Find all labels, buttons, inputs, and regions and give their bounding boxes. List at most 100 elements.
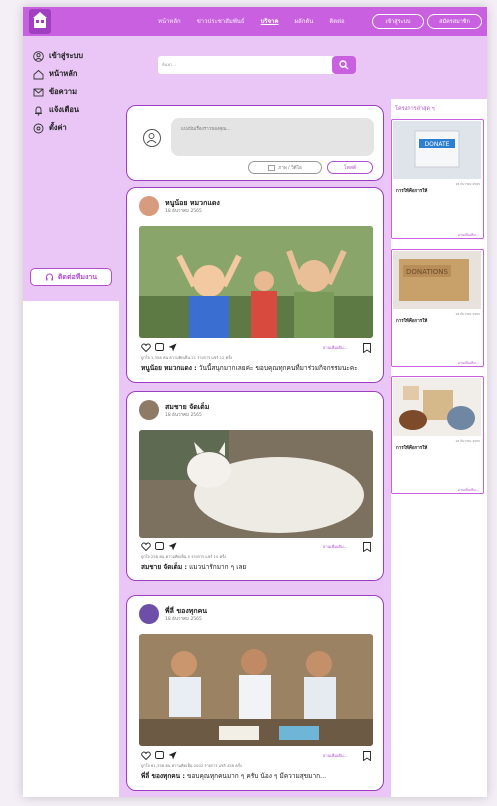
sidebar-item-messages[interactable]: ข้อความ xyxy=(33,86,77,98)
sidebar-item-label: แจ้งเตือน xyxy=(49,105,79,114)
headset-icon xyxy=(45,272,53,280)
user-circle-icon xyxy=(33,50,44,62)
search-icon xyxy=(339,60,349,70)
caption-author: พี่ลี่ ของทุกคน : xyxy=(141,772,185,780)
avatar[interactable] xyxy=(139,604,159,624)
comment-icon[interactable] xyxy=(155,343,164,352)
donation-title[interactable]: การให้คือการให้ xyxy=(396,444,427,451)
search-input[interactable]: ค้นหา... xyxy=(158,56,354,74)
donation-image xyxy=(393,378,481,436)
sidebar-item-label: ตั้งค่า xyxy=(49,123,67,132)
read-more-link[interactable]: อ่านเพิ่มเติม... xyxy=(323,752,347,759)
nav-link-home[interactable]: หน้าหลัก xyxy=(158,16,181,26)
image-icon xyxy=(268,164,276,171)
read-more-link[interactable]: อ่านเพิ่มเติม... xyxy=(458,232,479,238)
register-button[interactable]: สมัครสมาชิก xyxy=(427,14,482,29)
feed-column: แบ่งปันเรื่องราวของคุณ... ภาพ / วิดีโอ โ… xyxy=(119,99,391,797)
caption-text: ขอบคุณทุกคนมาก ๆ ครับ น้อง ๆ มีความสุขมา… xyxy=(184,772,327,780)
bookmark-icon[interactable] xyxy=(363,751,371,761)
heart-icon[interactable] xyxy=(141,542,151,551)
donation-card[interactable]: DONATE 18 ธันวาคม 2565 การให้คือการให้ อ… xyxy=(391,119,484,239)
nav-link-donate[interactable]: บริจาค xyxy=(261,16,279,26)
post-caption: สมชาย จัดเต็ม : แมวน่ารักมาก ๆ เลย xyxy=(141,562,246,572)
comment-icon[interactable] xyxy=(155,751,164,760)
donation-card[interactable]: DONATIONS 18 ธันวาคม 2565 การให้คือการให… xyxy=(391,249,484,367)
post-button[interactable]: โพสต์ xyxy=(327,161,373,174)
post-date: 18 ธันวาคม 2565 xyxy=(165,413,202,418)
logo[interactable] xyxy=(29,9,51,34)
post-stats: ถูกใจ 258 คน ความคิดเห็น 5 รายการ แชร์ 1… xyxy=(141,554,227,559)
search-placeholder: ค้นหา... xyxy=(162,62,177,67)
nav-link-push[interactable]: ผลักดัน xyxy=(295,16,314,26)
donation-image: DONATE xyxy=(393,121,481,179)
post-stats: ถูกใจ 61,358 คน ความคิดเห็น 2002 รายการ … xyxy=(141,763,242,768)
composer-card: แบ่งปันเรื่องราวของคุณ... ภาพ / วิดีโอ โ… xyxy=(126,105,384,181)
heart-icon[interactable] xyxy=(141,343,151,352)
donation-title[interactable]: การให้คือการให้ xyxy=(396,187,427,194)
donation-image: DONATIONS xyxy=(393,251,481,309)
contact-team-button[interactable]: ติดต่อทีมงาน xyxy=(30,268,112,286)
post-actions xyxy=(141,343,177,352)
post-photo[interactable] xyxy=(139,226,373,338)
sidebar-item-notifications[interactable]: แจ้งเตือน xyxy=(33,104,79,116)
post-card: พี่ลี่ ของทุกคน 18 ธันวาคม 2565 อ่านเพิ่… xyxy=(126,595,384,791)
read-more-link[interactable]: อ่านเพิ่มเติม... xyxy=(458,487,479,493)
read-more-link[interactable]: อ่านเพิ่มเติม... xyxy=(458,360,479,366)
left-sidebar: เข้าสู่ระบบ หน้าหลัก ข้อความ แจ้งเตือน ต… xyxy=(23,36,119,301)
logo-icon xyxy=(33,12,47,28)
avatar[interactable] xyxy=(139,400,159,420)
donation-card[interactable]: 18 ธันวาคม 2565 การให้คือการให้ อ่านเพิ่… xyxy=(391,376,484,494)
nav-link-contact[interactable]: ติดต่อ xyxy=(329,16,344,26)
post-photo[interactable] xyxy=(139,430,373,538)
gear-icon xyxy=(33,123,44,133)
sidebar-item-label: เข้าสู่ระบบ xyxy=(49,51,84,60)
avatar[interactable] xyxy=(139,196,159,216)
bookmark-icon[interactable] xyxy=(363,343,371,353)
read-more-link[interactable]: อ่านเพิ่มเติม... xyxy=(323,543,347,550)
add-photo-label: ภาพ / วิดีโอ xyxy=(278,166,302,171)
top-navbar: หน้าหลัก ข่าวประชาสัมพันธ์ บริจาค ผลักดั… xyxy=(23,7,487,36)
caption-text: แมวน่ารักมาก ๆ เลย xyxy=(187,563,247,571)
post-card: หนูน้อย หมวกแดง 18 ธันวาคม 2565 อ่านเพิ่… xyxy=(126,187,384,383)
composer-placeholder: แบ่งปันเรื่องราวของคุณ... xyxy=(181,127,231,132)
caption-author: สมชาย จัดเต็ม : xyxy=(141,563,188,571)
post-composer-input[interactable]: แบ่งปันเรื่องราวของคุณ... xyxy=(171,118,374,156)
sidebar-item-home[interactable]: หน้าหลัก xyxy=(33,68,77,80)
donation-title[interactable]: การให้คือการให้ xyxy=(396,317,427,324)
post-caption: พี่ลี่ ของทุกคน : ขอบคุณทุกคนมาก ๆ ครับ … xyxy=(141,771,326,781)
bookmark-icon[interactable] xyxy=(363,542,371,552)
latest-projects-title: โครงการล่าสุด ๆ xyxy=(395,106,435,112)
share-icon[interactable] xyxy=(168,751,177,760)
share-icon[interactable] xyxy=(168,343,177,352)
donation-date: 18 ธันวาคม 2565 xyxy=(455,182,480,186)
bell-icon xyxy=(35,106,42,116)
box-label: DONATE xyxy=(425,141,450,148)
nav-link-news[interactable]: ข่าวประชาสัมพันธ์ xyxy=(197,16,245,26)
post-actions xyxy=(141,542,177,551)
mail-icon xyxy=(33,88,44,96)
box-label: DONATIONS xyxy=(406,268,448,276)
heart-icon[interactable] xyxy=(141,751,151,760)
home-icon xyxy=(33,69,44,79)
post-date: 18 ธันวาคม 2565 xyxy=(165,209,202,214)
sidebar-item-label: หน้าหลัก xyxy=(49,69,78,78)
comment-icon[interactable] xyxy=(155,542,164,551)
sidebar-item-settings[interactable]: ตั้งค่า xyxy=(33,122,67,134)
page: หน้าหลัก ข่าวประชาสัมพันธ์ บริจาค ผลักดั… xyxy=(23,7,487,797)
post-caption: หนูน้อย หมวกแดง : วันนี้สนุกมากเลยค่ะ ขอ… xyxy=(141,363,358,373)
post-actions xyxy=(141,751,177,760)
sidebar-item-login[interactable]: เข้าสู่ระบบ xyxy=(33,50,83,62)
donation-date: 18 ธันวาคม 2565 xyxy=(455,439,480,443)
login-button[interactable]: เข้าสู่ระบบ xyxy=(372,14,424,29)
share-icon[interactable] xyxy=(168,542,177,551)
read-more-link[interactable]: อ่านเพิ่มเติม... xyxy=(323,344,347,351)
contact-team-label: ติดต่อทีมงาน xyxy=(57,272,98,281)
nav-links: หน้าหลัก ข่าวประชาสัมพันธ์ บริจาค ผลักดั… xyxy=(158,16,345,26)
post-photo[interactable] xyxy=(139,634,373,746)
sidebar-item-label: ข้อความ xyxy=(49,87,78,96)
post-card: สมชาย จัดเต็ม 18 ธันวาคม 2565 อ่านเพิ่มเ… xyxy=(126,391,384,581)
post-date: 18 ธันวาคม 2565 xyxy=(165,617,202,622)
add-photo-button[interactable]: ภาพ / วิดีโอ xyxy=(248,161,322,174)
search-button[interactable] xyxy=(332,56,356,74)
post-stats: ถูกใจ 1,358 คน ความคิดเห็น 21 รายการ แชร… xyxy=(141,355,233,360)
